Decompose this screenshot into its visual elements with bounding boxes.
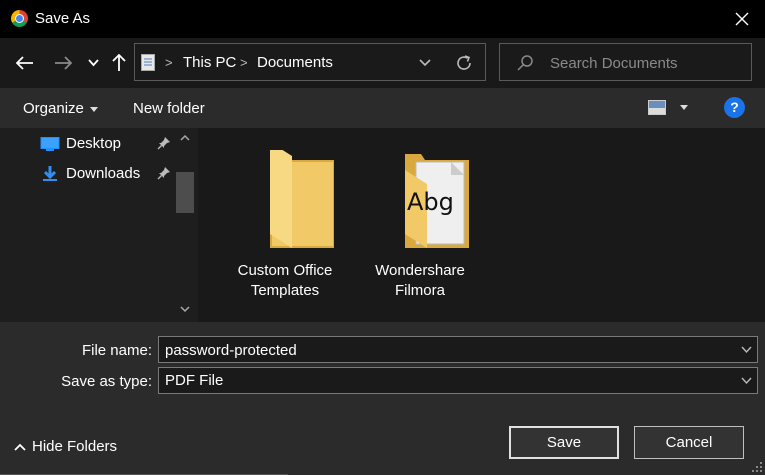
desktop-icon [40, 137, 60, 151]
arrow-up-icon [112, 54, 126, 71]
file-list: Custom Office Templates Abg Wondershare … [198, 128, 765, 322]
file-label: Custom Office Templates [230, 261, 340, 301]
navigation-bar: > This PC > Documents [0, 38, 765, 88]
file-label: Wondershare Filmora [365, 261, 475, 301]
scrollbar-thumb[interactable] [176, 172, 194, 213]
address-bar[interactable]: > This PC > Documents [134, 43, 486, 81]
breadcrumb-this-pc[interactable]: This PC [183, 54, 236, 71]
hide-folders-button[interactable]: Hide Folders [14, 438, 117, 458]
organize-label: Organize [23, 100, 84, 117]
file-label-line: Templates [250, 282, 320, 299]
forward-button[interactable] [51, 51, 75, 75]
file-name-field[interactable] [158, 336, 758, 363]
arrow-right-icon [55, 56, 72, 70]
folder-custom-office-templates[interactable]: Custom Office Templates [230, 148, 340, 308]
navigation-pane: Desktop Downloads [0, 128, 198, 322]
search-input[interactable] [550, 53, 740, 73]
download-icon [43, 166, 57, 181]
pin-icon[interactable] [157, 166, 171, 180]
pin-icon[interactable] [157, 136, 171, 150]
title-bar: Save As [0, 0, 765, 38]
search-icon [517, 55, 533, 71]
up-button[interactable] [107, 51, 131, 75]
file-label-line: Wondershare [375, 262, 465, 279]
close-icon [735, 12, 749, 26]
file-name-label: File name: [81, 342, 152, 359]
save-type-label: Save as type: [61, 373, 152, 390]
folder-icon [270, 150, 334, 248]
sidebar-scrollbar[interactable] [175, 128, 195, 322]
command-bar: Organize New folder ? [0, 88, 765, 128]
view-options-caret-icon[interactable] [680, 105, 688, 110]
sidebar-item-label: Downloads [66, 165, 141, 182]
resize-grip-icon[interactable] [751, 461, 763, 473]
back-button[interactable] [13, 51, 37, 75]
file-label-line: Custom Office [237, 262, 333, 279]
breadcrumb-separator: > [240, 55, 248, 70]
search-box[interactable] [499, 43, 752, 81]
window-title: Save As [35, 10, 91, 27]
close-button[interactable] [719, 0, 765, 38]
documents-icon [141, 54, 155, 71]
chevron-down-icon[interactable] [741, 345, 752, 354]
folder-wondershare-filmora[interactable]: Abg Wondershare Filmora [365, 148, 475, 308]
scroll-up-icon[interactable] [180, 134, 190, 141]
organize-button[interactable]: Organize [23, 100, 98, 117]
arrow-left-icon [16, 56, 33, 70]
change-view-icon[interactable] [648, 100, 666, 115]
chevron-up-icon [14, 443, 26, 451]
sidebar-item-downloads[interactable]: Downloads [40, 162, 175, 186]
save-form: File name: Save as type: PDF File Hide F… [0, 322, 765, 475]
save-type-value: PDF File [165, 372, 224, 389]
breadcrumb-separator: > [165, 55, 173, 70]
chevron-down-icon [87, 59, 99, 67]
breadcrumb-documents[interactable]: Documents [257, 54, 333, 71]
caret-down-icon [89, 106, 98, 112]
recent-locations-button[interactable] [81, 51, 105, 75]
chrome-icon [11, 10, 28, 27]
sidebar-item-label: Desktop [66, 135, 122, 152]
address-dropdown-icon[interactable] [417, 56, 433, 70]
hide-folders-label: Hide Folders [32, 438, 118, 455]
new-folder-button[interactable]: New folder [133, 100, 205, 117]
scroll-down-icon[interactable] [180, 306, 190, 313]
save-type-select[interactable]: PDF File [158, 367, 758, 394]
save-button[interactable]: Save [509, 426, 619, 459]
help-button[interactable]: ? [724, 97, 745, 118]
font-preview-badge: Abg [407, 188, 454, 216]
sidebar-item-desktop[interactable]: Desktop [40, 132, 175, 156]
refresh-icon[interactable] [455, 54, 473, 72]
file-label-line: Filmora [394, 282, 445, 299]
chevron-down-icon[interactable] [741, 376, 752, 385]
file-name-input[interactable] [165, 340, 725, 360]
cancel-button[interactable]: Cancel [634, 426, 744, 459]
